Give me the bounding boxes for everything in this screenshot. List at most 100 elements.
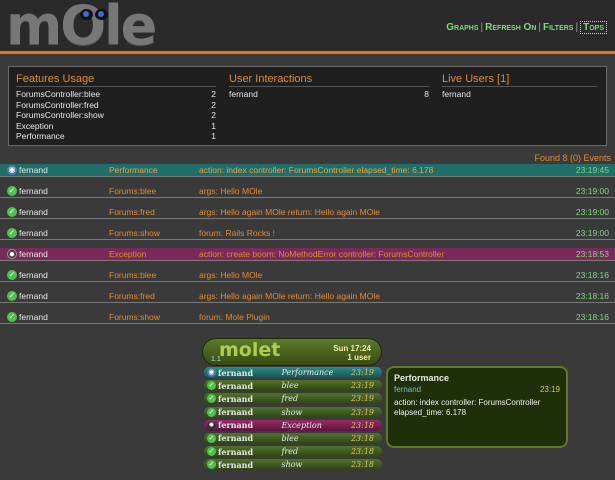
event-list: ◉ fernand Performance action: index control… <box>0 164 615 332</box>
event-type: Exception <box>109 249 147 259</box>
feature-row: ForumsController:fred 2 <box>16 99 216 110</box>
event-message: args: Hello again MOle return: Hello aga… <box>199 291 380 301</box>
molet-row-time: 23:19 <box>350 368 375 377</box>
event-user: fernand <box>19 165 48 175</box>
event-message: action: create boom: NoMethodError contr… <box>199 249 445 259</box>
event-row[interactable]: ✓ fernand Forums:show forum: Rails Rocks ! 2… <box>0 227 615 240</box>
bomb-icon: ✹ <box>7 249 17 259</box>
event-user: fernand <box>19 186 48 196</box>
nav-tops[interactable]: Tops <box>580 21 607 34</box>
check-circle-icon: ✓ <box>207 447 216 457</box>
event-type: Forums:fred <box>109 207 155 217</box>
user-interactions-title: User Interactions <box>229 73 429 87</box>
molet-row[interactable]: ✓ fernand show 23:18 <box>204 459 382 471</box>
event-user: fernand <box>19 312 48 322</box>
user-interactions: User Interactions fernand 8 <box>229 73 429 100</box>
molet-row-type: fred <box>281 394 299 404</box>
molet-row-user: fernand <box>217 446 254 457</box>
feature-row: ForumsController:blee 2 <box>16 89 216 99</box>
nav-refresh[interactable]: Refresh On <box>485 22 536 33</box>
event-message: forum: Mole Plugin <box>199 312 270 322</box>
molet-row[interactable]: ✓ fernand fred 23:19 <box>204 393 382 405</box>
molet-row-user: fernand <box>217 380 254 391</box>
molet-row-user: fernand <box>217 407 254 418</box>
feature-row: ForumsController:show 2 <box>16 110 216 120</box>
event-user: fernand <box>19 270 48 280</box>
molet-row[interactable]: ✓ fernand blee 23:19 <box>204 380 382 392</box>
event-time: 23:19:45 <box>575 165 609 175</box>
molet-row-time: 23:18 <box>350 460 375 470</box>
molet-row-user: fernand <box>217 393 254 404</box>
check-circle-icon: ✓ <box>207 381 216 391</box>
nav-graphs[interactable]: Graphs <box>446 22 478 33</box>
molet-row-type: blee <box>281 433 299 443</box>
event-type: Forums:blee <box>109 270 157 280</box>
molet-row-user: fernand <box>217 433 254 444</box>
molet-row[interactable]: ✹ fernand Exception 23:18 <box>204 419 382 431</box>
molet-event-list: ◉ fernand Performance 23:19 ✓ fernand blee 23:1… <box>204 367 382 473</box>
event-row[interactable]: ✓ fernand Forums:fred args: Hello again MOl… <box>0 206 615 219</box>
event-type: Forums:blee <box>109 186 157 196</box>
molet-title: molet <box>219 339 281 361</box>
event-message: forum: Rails Rocks ! <box>199 228 276 238</box>
molet-row-time: 23:18 <box>350 447 375 457</box>
check-circle-icon: ✓ <box>7 270 17 280</box>
found-count: Found 8 (0) Events <box>534 153 611 163</box>
event-row[interactable]: ✓ fernand Forums:blee args: Hello MOle 23:19… <box>0 185 615 198</box>
molet-row-time: 23:18 <box>350 433 375 443</box>
event-type: Forums:fred <box>109 291 155 301</box>
event-time: 23:18:16 <box>575 270 609 280</box>
event-user: fernand <box>19 249 48 259</box>
live-user-row: fernand <box>442 89 471 99</box>
features-usage: Features Usage ForumsController:blee 2 Fo… <box>16 73 216 142</box>
molet-row[interactable]: ✓ fernand fred 23:18 <box>204 446 382 458</box>
event-row[interactable]: ✓ fernand Forums:blee args: Hello MOle 23:18… <box>0 269 615 282</box>
check-circle-icon: ✓ <box>7 228 17 238</box>
check-circle-icon: ✓ <box>7 186 17 196</box>
molet-row-type: show <box>281 407 303 417</box>
event-time: 23:19:00 <box>575 228 609 238</box>
molet-row[interactable]: ✓ fernand blee 23:18 <box>204 432 382 444</box>
molet-row-user: fernand <box>217 420 254 431</box>
molet-row[interactable]: ◉ fernand Performance 23:19 <box>204 367 382 378</box>
logo-eyes-icon <box>80 9 110 21</box>
detail-user: fernand <box>394 385 422 394</box>
detail-title: Performance <box>394 373 450 383</box>
check-circle-icon: ✓ <box>207 460 216 470</box>
molet-row-user: fernand <box>217 367 254 378</box>
event-user: fernand <box>19 291 48 301</box>
check-circle-icon: ✓ <box>7 291 17 301</box>
molet-row-type: Performance <box>281 368 334 377</box>
event-user: fernand <box>19 228 48 238</box>
molet-header: molet 1.1 Sun 17:24 1 user <box>202 338 382 366</box>
feature-row: Exception 1 <box>16 120 216 131</box>
event-row[interactable]: ✓ fernand Forums:fred args: Hello again MOl… <box>0 290 615 303</box>
nav-filters[interactable]: Filters <box>543 22 573 33</box>
event-message: args: Hello again MOle return: Hello aga… <box>199 207 380 217</box>
event-message: args: Hello MOle <box>199 186 263 196</box>
check-circle-icon: ✓ <box>7 312 17 322</box>
molet-row-type: show <box>281 460 303 470</box>
feature-row: Performance 1 <box>16 131 216 141</box>
molet-row[interactable]: ✓ fernand show 23:19 <box>204 406 382 418</box>
event-type: Performance <box>109 165 158 175</box>
molet-row-type: fred <box>281 447 299 457</box>
event-message: action: index controller: ForumsControll… <box>199 165 434 175</box>
molet-row-time: 23:19 <box>350 381 375 391</box>
event-time: 23:18:53 <box>575 249 609 259</box>
molet-row-type: Exception <box>281 420 322 430</box>
event-row[interactable]: ✹ fernand Exception action: create boom: No… <box>0 248 615 261</box>
summary-panel: Features Usage ForumsController:blee 2 Fo… <box>8 66 607 146</box>
molet-clock: Sun 17:24 1 user <box>333 344 371 362</box>
event-time: 23:19:00 <box>575 186 609 196</box>
event-row[interactable]: ◉ fernand Performance action: index control… <box>0 164 615 177</box>
event-time: 23:19:00 <box>575 207 609 217</box>
check-circle-icon: ✓ <box>7 207 17 217</box>
molet-detail-popup: Performance fernand 23:19 action: index … <box>386 366 568 448</box>
globe-icon: ◉ <box>7 165 17 175</box>
event-row[interactable]: ✓ fernand Forums:show forum: Mole Plugin 23:… <box>0 311 615 324</box>
event-message: args: Hello MOle <box>199 270 263 280</box>
check-circle-icon: ✓ <box>207 433 216 443</box>
live-users: Live Users [1] fernand <box>442 73 615 100</box>
molet-row-user: fernand <box>217 459 254 470</box>
